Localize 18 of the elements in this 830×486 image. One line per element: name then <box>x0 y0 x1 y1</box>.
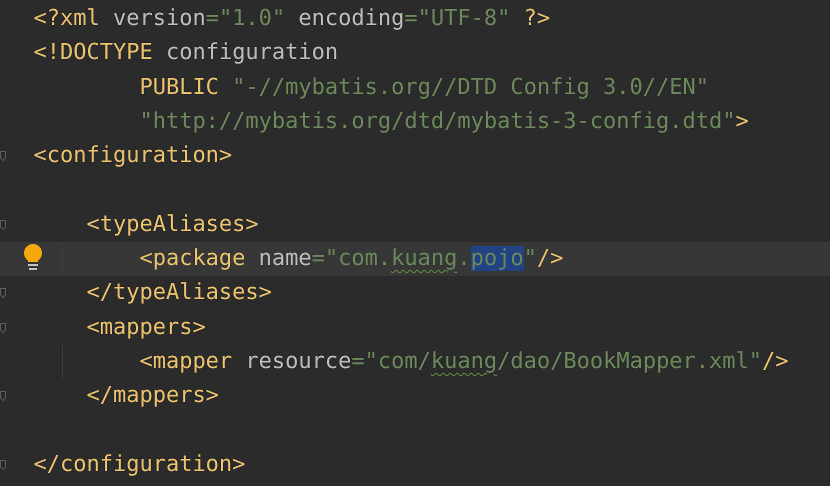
code-line: </typeAliases> <box>85 280 272 306</box>
code-line: <!DOCTYPE configuration <box>34 40 338 66</box>
fold-marker-icon[interactable] <box>0 460 6 470</box>
code-line: </configuration> <box>34 452 246 477</box>
code-line: <typeAliases> <box>85 212 259 237</box>
code-line: PUBLIC "-//mybatis.org//DTD Config 3.0//EN" <box>138 74 710 100</box>
fold-marker-icon[interactable] <box>0 151 6 162</box>
code-line: <configuration> <box>34 143 232 168</box>
fold-marker-icon[interactable] <box>0 220 6 230</box>
code-line: <mappers> <box>85 314 206 340</box>
fold-marker-icon[interactable] <box>0 288 6 298</box>
code-line: </mappers> <box>85 383 219 408</box>
lightbulb-icon[interactable] <box>23 244 43 272</box>
code-line: <mapper resource="com/kuang/dao/BookMapper.xml"/> <box>138 348 789 374</box>
code-line: "http://mybatis.org/dtd/mybatis-3-config.dtd"> <box>138 108 749 134</box>
code-line: <?xml version="1.0" encoding="UTF-8" ?> <box>34 6 550 31</box>
fold-marker-icon[interactable] <box>0 322 6 333</box>
fold-marker-icon[interactable] <box>0 391 6 402</box>
